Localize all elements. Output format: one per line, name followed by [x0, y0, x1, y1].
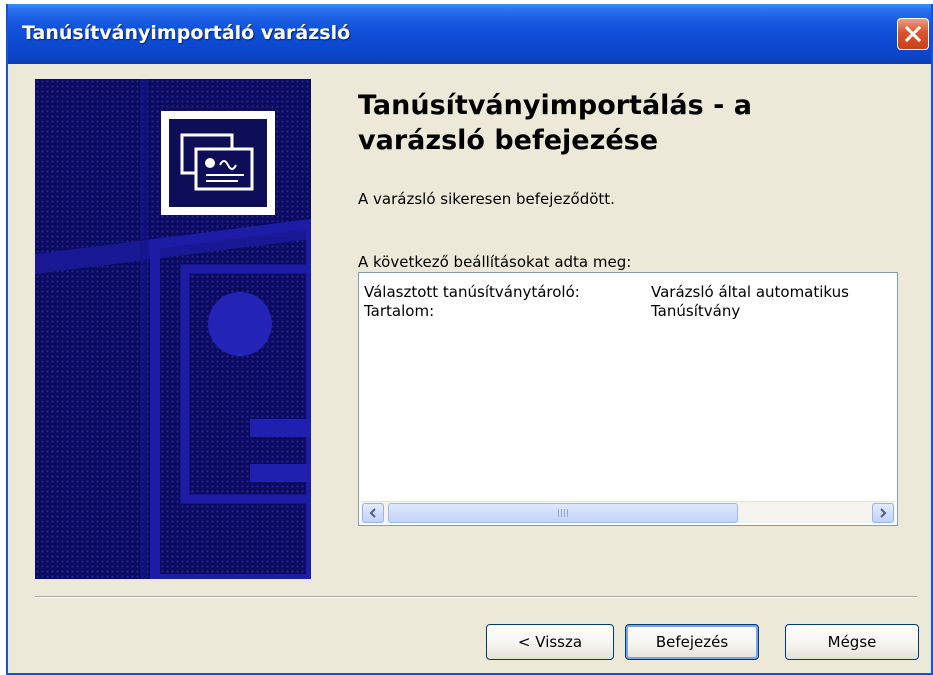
finish-button[interactable]: Befejezés	[625, 624, 759, 660]
divider	[35, 596, 917, 598]
setting-key: Választott tanúsítványtároló:	[364, 283, 580, 301]
back-button[interactable]: < Vissza	[486, 624, 614, 660]
setting-key: Tartalom:	[364, 302, 435, 320]
completion-message: A varázsló sikeresen befejeződött.	[358, 190, 615, 208]
settings-list[interactable]: Választott tanúsítványtároló: Varázsló á…	[358, 272, 898, 526]
scroll-right-button[interactable]	[872, 503, 894, 523]
setting-value: Varázsló által automatikus	[651, 283, 849, 301]
certificate-frame	[161, 111, 275, 215]
settings-label: A következő beállításokat adta meg:	[358, 253, 632, 271]
scroll-left-button[interactable]	[362, 503, 384, 523]
title-bar[interactable]: Tanúsítványimportáló varázsló	[8, 4, 931, 64]
cancel-button[interactable]: Mégse	[785, 624, 919, 660]
chevron-right-icon	[880, 508, 887, 518]
chevron-left-icon	[369, 508, 376, 518]
window-title: Tanúsítványimportáló varázsló	[22, 22, 351, 44]
scrollbar-thumb[interactable]	[388, 503, 738, 523]
close-icon	[904, 25, 922, 43]
list-item: Tartalom: Tanúsítvány	[364, 302, 897, 321]
setting-value: Tanúsítvány	[651, 302, 741, 320]
grip-icon	[558, 509, 568, 517]
list-item: Választott tanúsítványtároló: Varázsló á…	[364, 283, 897, 302]
horizontal-scrollbar[interactable]	[361, 501, 895, 523]
wizard-window: Tanúsítványimportáló varázsló Tanúsítván…	[6, 4, 933, 675]
page-title: Tanúsítványimportálás - a varázsló befej…	[358, 90, 752, 156]
certificate-icon	[180, 133, 254, 191]
wizard-banner-image	[35, 79, 311, 579]
close-button[interactable]	[897, 18, 929, 50]
